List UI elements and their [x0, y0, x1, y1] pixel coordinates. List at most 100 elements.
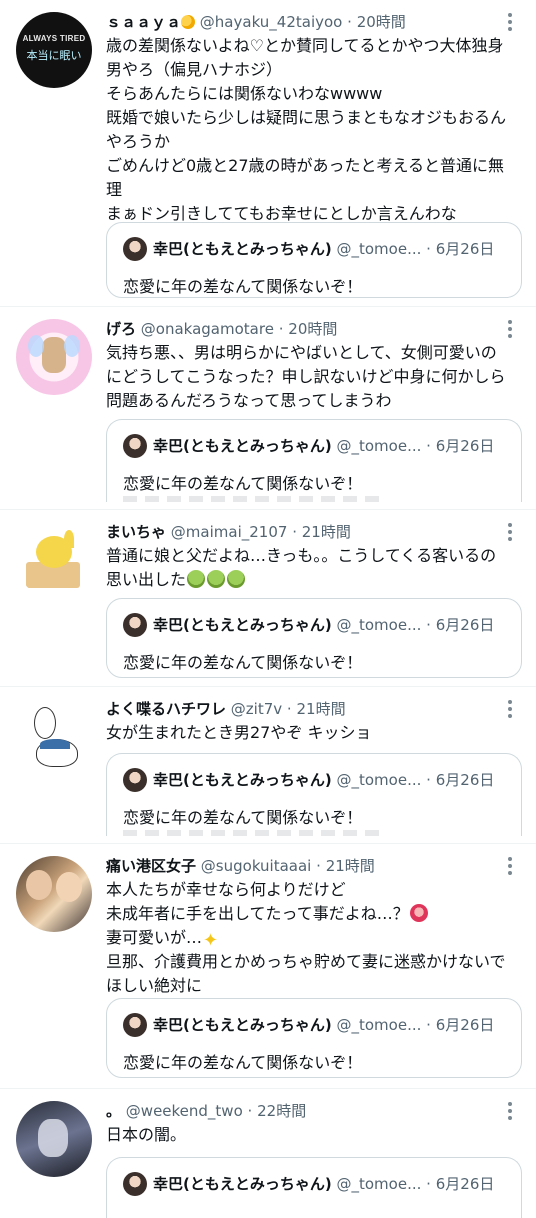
avatar-text: ALWAYS TIRED — [22, 34, 86, 43]
quote-display-name: 幸巴(ともえとみっちゃん) — [153, 771, 332, 789]
tweet[interactable]: まいちゃ @maimai_2107 · 21時間 普通に娘と父だよね…きっも。。… — [0, 510, 536, 687]
more-options-icon[interactable] — [500, 317, 520, 341]
separator: · — [278, 320, 284, 338]
quote-handle: @_tomoe... — [336, 1016, 422, 1034]
cat-figure — [42, 337, 66, 373]
ear — [64, 530, 74, 548]
separator: · — [286, 700, 292, 718]
tweet-text-line: 本人たちが幸せなら何よりだけど — [106, 880, 346, 899]
avatar[interactable] — [16, 522, 92, 598]
tweet[interactable]: ALWAYS TIRED 本当に眠い ｓａａｙａ @hayaku_42taiyo… — [0, 0, 536, 307]
moon-emoji-icon — [181, 15, 196, 29]
tweet-text: 本人たちが幸せなら何よりだけど 未成年者に手を出してたって事だよね…？ 妻可愛いが…… — [106, 878, 518, 998]
quote-display-name: 幸巴(ともえとみっちゃん) — [153, 1016, 332, 1034]
quote-date: 6月26日 — [435, 1016, 495, 1034]
tweet-text: 気持ち悪、、男は明らかにやばいとして、女側可愛いの にどうしてこうなった？申し訳… — [106, 343, 506, 410]
more-options-icon[interactable] — [500, 1099, 520, 1123]
quoted-tweet[interactable]: 幸巴(ともえとみっちゃん) @_tomoe... · 6月26日 恋愛に年の差な… — [106, 998, 522, 1078]
quote-date: 6月26日 — [435, 437, 495, 455]
tweet[interactable]: 。 @weekend_two · 22時間 日本の闇。 幸巴(ともえとみっちゃん… — [0, 1089, 536, 1218]
more-options-icon[interactable] — [500, 854, 520, 878]
quote-header: 幸巴(ともえとみっちゃん) @_tomoe... · 6月26日 — [123, 768, 513, 792]
avatar[interactable] — [16, 699, 92, 775]
display-name[interactable]: 痛い港区女子 — [106, 857, 196, 875]
quote-avatar — [123, 768, 147, 792]
timestamp[interactable]: 21時間 — [302, 523, 351, 541]
tweet-text-line: 旦那、介護費用とかめっちゃ貯めて妻に迷惑かけないで ほしい絶対に — [106, 952, 506, 995]
quote-text-faded — [123, 496, 383, 502]
avatar[interactable] — [16, 1101, 92, 1177]
avatar-subtext: 本当に眠い — [26, 49, 82, 62]
more-options-icon[interactable] — [500, 10, 520, 34]
nauseated-emoji-icon — [187, 570, 206, 588]
handle[interactable]: @maimai_2107 — [171, 523, 288, 541]
quote-text: 恋愛に年の差なんて関係ないぞ！ — [123, 1053, 363, 1072]
tweet-header: 痛い港区女子 @sugokuitaaai · 21時間 — [106, 854, 496, 878]
separator: · — [426, 771, 431, 789]
quote-avatar — [123, 613, 147, 637]
quote-header: 幸巴(ともえとみっちゃん) @_tomoe... · 6月26日 — [123, 1013, 513, 1037]
quote-date: 6月26日 — [435, 1175, 495, 1193]
tweet[interactable]: よく喋るハチワレ @zit7v · 21時間 女が生まれたとき男27やぞ キッシ… — [0, 687, 536, 844]
display-name[interactable]: よく喋るハチワレ — [106, 700, 226, 718]
quoted-tweet[interactable]: 幸巴(ともえとみっちゃん) @_tomoe... · 6月26日 恋愛に年の差な… — [106, 419, 522, 502]
avatar[interactable] — [16, 319, 92, 395]
tweet-header: まいちゃ @maimai_2107 · 21時間 — [106, 520, 496, 544]
separator: · — [426, 1175, 431, 1193]
tweet-text: 女が生まれたとき男27やぞ キッショ — [106, 723, 372, 742]
nauseated-emoji-icon — [207, 570, 226, 588]
avatar[interactable] — [16, 856, 92, 932]
quote-avatar — [123, 1172, 147, 1196]
tweet-header: よく喋るハチワレ @zit7v · 21時間 — [106, 697, 496, 721]
quote-date: 6月26日 — [435, 616, 495, 634]
quote-text: 恋愛に年の差なんて関係ないぞ！ — [123, 653, 363, 672]
more-options-icon[interactable] — [500, 697, 520, 721]
handle[interactable]: @zit7v — [231, 700, 282, 718]
tweet[interactable]: げろ @onakagamotare · 20時間 気持ち悪、、男は明らかにやばい… — [0, 307, 536, 510]
quote-text: 恋愛に年の差なんて関係ないぞ！ — [123, 474, 363, 493]
wing-right — [64, 335, 80, 357]
timestamp[interactable]: 21時間 — [296, 700, 345, 718]
display-name[interactable]: まいちゃ — [106, 523, 166, 541]
hachiware-hair — [40, 739, 70, 749]
handle[interactable]: @weekend_two — [126, 1102, 243, 1120]
tweet-header: げろ @onakagamotare · 20時間 — [106, 317, 496, 341]
quote-date: 6月26日 — [435, 771, 495, 789]
display-name[interactable]: げろ — [106, 320, 136, 338]
sparkles-emoji-icon: ✦ — [203, 930, 219, 951]
quote-handle: @_tomoe... — [336, 1175, 422, 1193]
quoted-tweet[interactable]: 幸巴(ともえとみっちゃん) @_tomoe... · 6月26日 恋愛に年の差な… — [106, 753, 522, 836]
display-name[interactable]: ｓａａｙａ — [106, 13, 181, 31]
quote-display-name: 幸巴(ともえとみっちゃん) — [153, 1175, 332, 1193]
separator: · — [426, 437, 431, 455]
handle[interactable]: @hayaku_42taiyoo — [200, 13, 343, 31]
tweet-text-line: 未成年者に手を出してたって事だよね…？ — [106, 904, 409, 923]
tweet[interactable]: 痛い港区女子 @sugokuitaaai · 21時間 本人たちが幸せなら何より… — [0, 844, 536, 1089]
separator: · — [316, 857, 321, 875]
timestamp[interactable]: 21時間 — [326, 857, 375, 875]
quoted-tweet[interactable]: 幸巴(ともえとみっちゃん) @_tomoe... · 6月26日 恋愛に年の差な… — [106, 222, 522, 298]
quote-avatar — [123, 1013, 147, 1037]
wing-left — [28, 335, 44, 357]
timestamp[interactable]: 20時間 — [357, 13, 406, 31]
timestamp[interactable]: 22時間 — [257, 1102, 306, 1120]
quote-header: 幸巴(ともえとみっちゃん) @_tomoe... · 6月26日 — [123, 1172, 513, 1196]
face-right — [56, 872, 82, 902]
shocked-face-emoji-icon — [409, 904, 428, 922]
quote-date: 6月26日 — [435, 240, 495, 258]
tweet-text: 普通に娘と父だよね…きっも。。こうしてくる客いるの 思い出した — [106, 544, 518, 592]
handle[interactable]: @sugokuitaaai — [201, 857, 312, 875]
display-name[interactable]: 。 — [106, 1102, 121, 1120]
timestamp[interactable]: 20時間 — [288, 320, 337, 338]
handle[interactable]: @onakagamotare — [141, 320, 274, 338]
quoted-tweet[interactable]: 幸巴(ともえとみっちゃん) @_tomoe... · 6月26日 恋愛に年の差な… — [106, 598, 522, 678]
face — [38, 1119, 68, 1157]
quote-handle: @_tomoe... — [336, 437, 422, 455]
quoted-tweet[interactable]: 幸巴(ともえとみっちゃん) @_tomoe... · 6月26日 — [106, 1157, 522, 1218]
separator: · — [426, 616, 431, 634]
more-options-icon[interactable] — [500, 520, 520, 544]
avatar[interactable]: ALWAYS TIRED 本当に眠い — [16, 12, 92, 88]
tweet-text-line: 思い出した — [106, 570, 187, 589]
quote-text: 恋愛に年の差なんて関係ないぞ！ — [123, 808, 363, 827]
quote-header: 幸巴(ともえとみっちゃん) @_tomoe... · 6月26日 — [123, 434, 513, 458]
